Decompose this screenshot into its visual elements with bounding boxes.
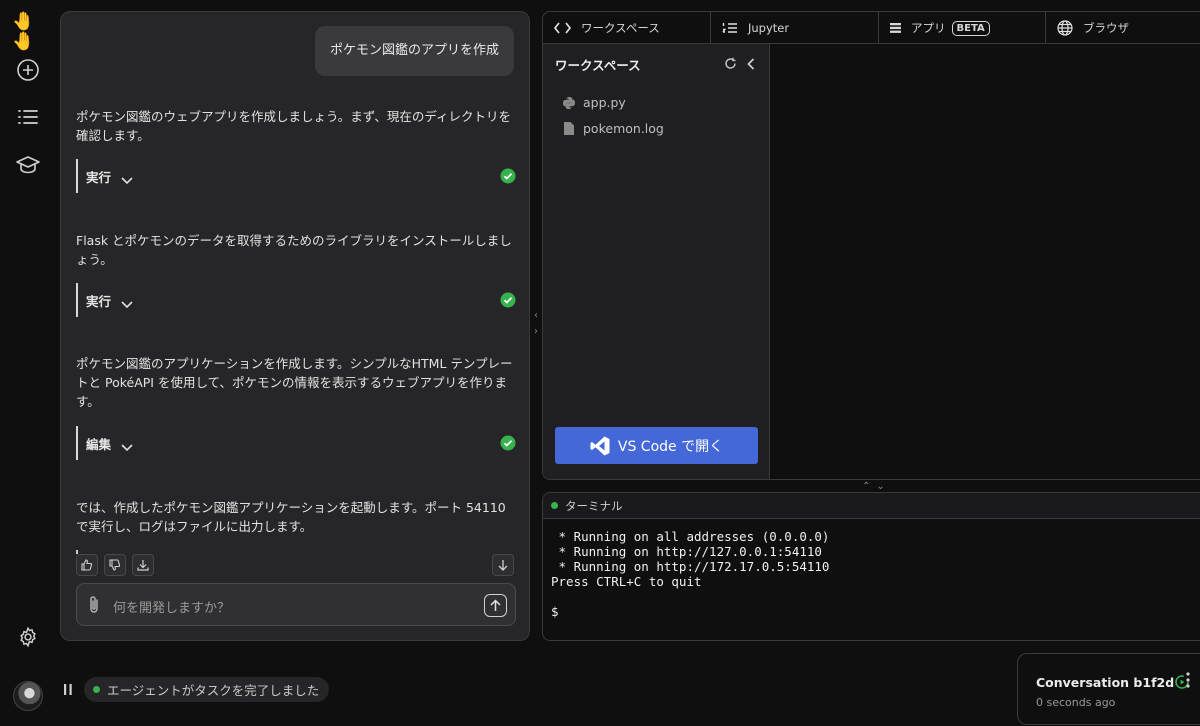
gear-icon[interactable] [15,624,41,650]
terminal-output: * Running on all addresses (0.0.0.0) * R… [551,529,830,619]
chat-panel: ポケモン図鑑のアプリを作成 ポケモン図鑑のウェブアプリを作成しましょう。まず、現… [60,11,530,641]
step-bar [76,159,78,193]
chevron-down-icon [121,170,133,189]
step-label: 実行 [86,294,112,309]
status-dot [93,686,100,693]
tab-label: Jupyter [748,21,790,35]
open-vscode-label: VS Code で開く [617,438,724,455]
prompt-placeholder: 何を開発しますか？ [113,601,231,616]
agent-status-bar: エージェントがタスクを完了しました [60,677,330,702]
step-bar [76,283,78,317]
chevron-down-icon [121,437,133,456]
assistant-message: ポケモン図鑑のアプリケーションを作成します。シンプルなHTML テンプレートと … [76,356,513,409]
assistant-message: Flask とポケモンのデータを取得するためのライブラリをインストールしましょう… [76,233,512,267]
avatar[interactable] [13,681,43,711]
file-name: pokemon.log [583,121,664,136]
vertical-resize-handle[interactable]: ⌃⌄ [862,481,891,492]
check-circle-icon [500,292,516,312]
file-name: app.py [583,95,626,110]
open-vscode-button[interactable]: VS Code で開く [555,427,758,464]
beta-badge: BETA [951,20,990,36]
terminal-header: ターミナル [543,493,1200,519]
python-icon [563,96,575,109]
file-icon [563,122,575,135]
send-button[interactable] [484,594,507,617]
explorer-actions [724,55,755,74]
server-icon [890,23,901,33]
refresh-icon[interactable] [724,55,737,74]
globe-icon [1057,20,1073,36]
action-step[interactable]: 実行 [76,283,516,317]
paperclip-icon[interactable] [87,595,101,619]
terminal-panel[interactable]: ターミナル * Running on all addresses (0.0.0.… [542,492,1200,641]
prompt-input[interactable]: 何を開発しますか？ [76,583,516,626]
step-label: 実行 [86,170,112,185]
tab-label: ワークスペース [581,21,660,35]
conversation-title: Conversation b1f2d [1036,673,1189,690]
thumbs-up-icon[interactable] [76,554,98,576]
assistant-message: ポケモン図鑑のウェブアプリを作成しましょう。まず、現在のディレクトリを確認します… [76,109,512,143]
file-explorer: ワークスペース app.py pokemon.log VS Code で開く [543,44,770,479]
plus-circle-icon[interactable] [15,57,41,83]
numbered-list-icon [722,22,738,34]
action-step[interactable]: 実行 [76,159,516,193]
code-icon [554,22,571,34]
file-item[interactable]: pokemon.log [563,121,664,136]
conversation-title-text: Conversation b1f2d [1036,675,1175,690]
status-text: エージェントがタスクを完了しました [107,683,320,698]
tab-app[interactable]: アプリ BETA [879,12,1046,44]
more-options-icon[interactable] [1186,672,1190,692]
tab-workspace[interactable]: ワークスペース [543,12,711,44]
user-message: ポケモン図鑑のアプリを作成 [314,26,514,76]
graduation-cap-icon[interactable] [15,152,41,178]
list-icon[interactable] [15,104,41,130]
scroll-down-icon[interactable] [492,554,514,576]
collapse-left-icon[interactable] [747,55,755,74]
download-icon[interactable] [132,554,154,576]
tab-label: ブラウザ [1083,21,1129,35]
left-rail: 🤚🤚 [0,0,56,726]
workspace-tabs: ワークスペース Jupyter アプリ BETA ブラウザ [543,12,1200,44]
file-item[interactable]: app.py [563,95,626,110]
vscode-icon [590,436,610,456]
explorer-title: ワークスペース [555,58,641,73]
workspace-panel: ワークスペース Jupyter アプリ BETA ブラウザ ワークスペース ap… [542,11,1200,480]
pause-icon[interactable] [60,682,76,698]
chevron-down-icon [121,294,133,313]
tab-browser[interactable]: ブラウザ [1046,12,1200,44]
tab-jupyter[interactable]: Jupyter [711,12,879,44]
check-circle-icon [500,168,516,188]
tab-label: アプリ [911,21,946,35]
terminal-title: ターミナル [565,498,623,513]
conversation-time: 0 seconds ago [1036,696,1116,709]
step-label: 編集 [86,437,112,452]
assistant-message: では、作成したポケモン図鑑アプリケーションを起動します。ポート 54110 で実… [76,500,506,534]
panel-resize-handle[interactable]: ‹ › [531,308,541,340]
step-bar [76,426,78,460]
terminal-status-dot [551,502,558,509]
conversation-card[interactable]: Conversation b1f2d 0 seconds ago [1017,653,1200,725]
app-logo[interactable]: 🤚🤚 [12,12,56,52]
status-badge: エージェントがタスクを完了しました [84,677,330,702]
check-circle-icon [500,435,516,455]
thumbs-down-icon[interactable] [104,554,126,576]
action-step[interactable]: 編集 [76,426,516,460]
